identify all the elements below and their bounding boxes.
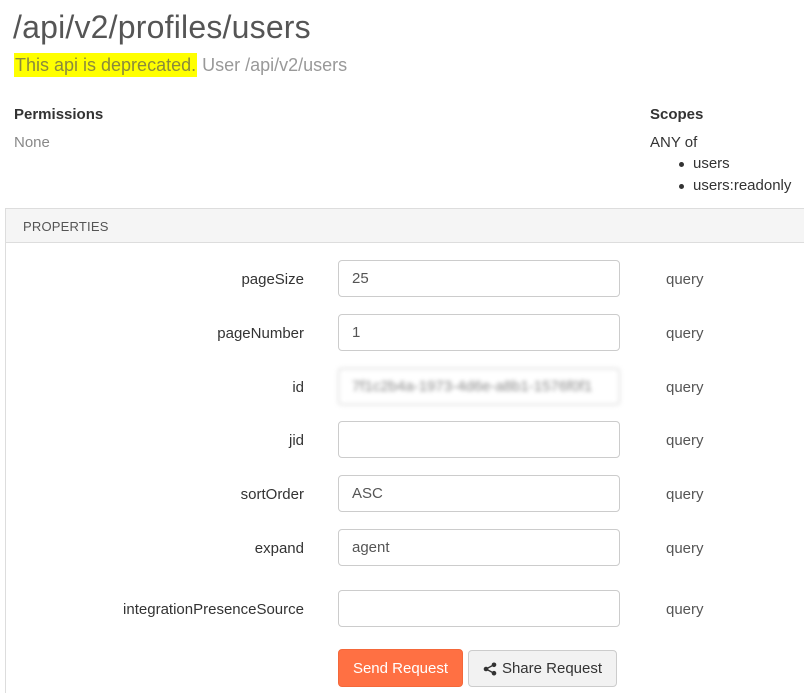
field-location: query <box>666 540 704 557</box>
properties-header: PROPERTIES <box>6 209 804 243</box>
scopes-label: Scopes <box>650 106 704 123</box>
field-row-pagenumber: pageNumber query <box>0 314 804 352</box>
send-request-button[interactable]: Send Request <box>338 649 463 687</box>
field-location: query <box>666 432 704 449</box>
permissions-label: Permissions <box>14 106 104 123</box>
field-row-pagesize: pageSize query <box>0 260 804 298</box>
pagenumber-input[interactable] <box>338 314 620 351</box>
sortorder-input[interactable] <box>338 475 620 512</box>
field-row-id: id query <box>0 368 804 406</box>
scope-item: users <box>678 156 791 178</box>
field-label-integrationpresencesource: integrationPresenceSource <box>123 601 304 618</box>
field-location: query <box>666 486 704 503</box>
field-row-jid: jid query <box>0 421 804 459</box>
deprecated-suggestion: User /api/v2/users <box>202 55 348 75</box>
field-label-pagesize: pageSize <box>241 271 304 288</box>
field-label-id: id <box>292 379 304 396</box>
field-location: query <box>666 601 704 618</box>
field-location: query <box>666 271 704 288</box>
deprecated-highlight: This api is deprecated. <box>14 53 198 77</box>
field-label-expand: expand <box>254 540 304 557</box>
share-icon <box>483 662 497 675</box>
expand-input[interactable] <box>338 529 620 566</box>
field-label-jid: jid <box>288 432 304 449</box>
share-request-label: Share Request <box>501 660 603 677</box>
id-input[interactable] <box>338 368 620 405</box>
field-row-integrationpresencesource: integrationPresenceSource query <box>0 590 804 628</box>
scopes-list: users users:readonly <box>678 156 791 200</box>
field-location: query <box>666 379 704 396</box>
field-location: query <box>666 325 704 342</box>
integrationpresencesource-input[interactable] <box>338 590 620 627</box>
field-row-expand: expand query <box>0 529 804 567</box>
field-label-pagenumber: pageNumber <box>217 325 304 342</box>
share-request-button[interactable]: Share Request <box>468 650 617 687</box>
jid-input[interactable] <box>338 421 620 458</box>
field-row-sortorder: sortOrder query <box>0 475 804 513</box>
scope-item: users:readonly <box>678 178 791 200</box>
permissions-value: None <box>14 134 50 151</box>
field-label-sortorder: sortOrder <box>240 486 304 503</box>
pagesize-input[interactable] <box>338 260 620 297</box>
scopes-mode: ANY of <box>650 134 698 151</box>
page-title: /api/v2/profiles/users <box>13 9 311 45</box>
deprecation-notice: This api is deprecated. User /api/v2/use… <box>14 53 348 77</box>
